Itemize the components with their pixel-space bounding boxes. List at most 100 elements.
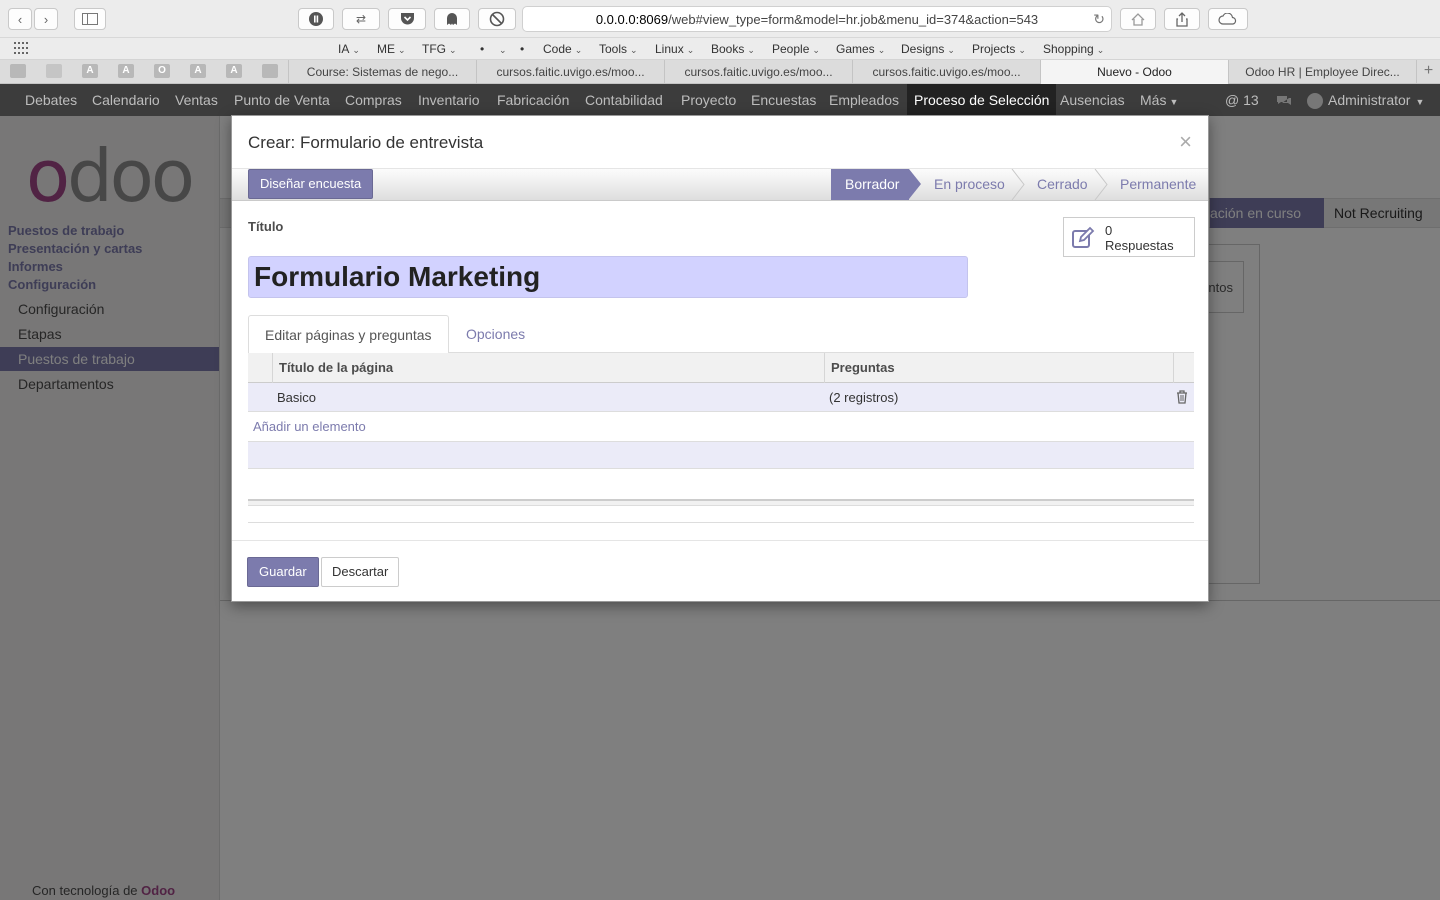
design-survey-button[interactable]: Diseñar encuesta <box>248 169 374 199</box>
menu-debates[interactable]: Debates <box>25 84 77 116</box>
close-icon[interactable]: × <box>1179 129 1192 155</box>
address-bar[interactable]: 0.0.0.0:8069/web#view_type=form&model=hr… <box>522 6 1112 32</box>
cell-page-title[interactable]: Basico <box>277 383 316 412</box>
browser-tab[interactable]: cursos.faitic.uvigo.es/moo... <box>476 60 664 84</box>
responses-stat-button[interactable]: 0 Respuestas <box>1063 217 1195 257</box>
bookmark-label: IA <box>338 42 350 56</box>
add-item-link[interactable]: Añadir un elemento <box>253 419 366 434</box>
bookmark-folder[interactable]: IA ⌄ <box>338 42 360 56</box>
bookmark-folder[interactable]: People ⌄ <box>772 42 820 56</box>
menu-ventas[interactable]: Ventas <box>175 84 218 116</box>
circle-pause-icon <box>309 12 323 26</box>
notifications-counter[interactable]: @ 13 <box>1225 84 1259 116</box>
extension-2-button[interactable]: ⇄ <box>342 8 380 30</box>
trash-icon[interactable] <box>1176 390 1188 404</box>
menu-proyecto[interactable]: Proyecto <box>681 84 736 116</box>
bookmark-link[interactable]: • <box>520 42 524 56</box>
menu-ausencias[interactable]: Ausencias <box>1060 84 1125 116</box>
bookmark-folder[interactable]: Code ⌄ <box>543 42 582 56</box>
column-header-actions <box>1173 353 1194 383</box>
browser-tab-active[interactable]: Nuevo - Odoo <box>1040 60 1228 84</box>
stage-cerrado[interactable]: Cerrado <box>1037 169 1088 200</box>
caret-down-icon: ▼ <box>1415 97 1425 107</box>
tab-options[interactable]: Opciones <box>450 315 541 353</box>
browser-tab[interactable]: cursos.faitic.uvigo.es/moo... <box>664 60 852 84</box>
dialog-header: Crear: Formulario de entrevista × <box>232 116 1208 169</box>
bookmark-label: ME <box>377 42 395 56</box>
bookmark-folder[interactable]: Designs ⌄ <box>901 42 955 56</box>
bookmark-folder[interactable]: Shopping ⌄ <box>1043 42 1104 56</box>
sidebar-toggle-button[interactable] <box>74 8 106 30</box>
apps-grid-icon[interactable] <box>14 41 30 58</box>
bookmark-label: Shopping <box>1043 42 1094 56</box>
bookmark-folder[interactable]: Tools ⌄ <box>599 42 638 56</box>
pinned-tab-icon[interactable]: A <box>118 64 134 78</box>
bookmark-link[interactable]: • <box>480 42 484 56</box>
home-button[interactable] <box>1120 8 1156 30</box>
menu-empleados[interactable]: Empleados <box>829 84 899 116</box>
column-header-page-title[interactable]: Título de la página <box>272 353 825 383</box>
menu-fabricacion[interactable]: Fabricación <box>497 84 569 116</box>
ghostery-button[interactable] <box>434 8 470 30</box>
browser-tab[interactable]: Odoo HR | Employee Direc... <box>1228 60 1416 84</box>
extension-1-button[interactable] <box>298 8 334 30</box>
bookmark-folder[interactable]: •⌄ <box>496 42 507 56</box>
bookmark-label: TFG <box>422 42 446 56</box>
user-name: Administrator <box>1328 92 1411 108</box>
bookmark-label: • <box>480 42 485 56</box>
bookmark-folder[interactable]: Linux ⌄ <box>655 42 694 56</box>
menu-proceso-de-seleccion[interactable]: Proceso de Selección <box>907 84 1057 116</box>
menu-compras[interactable]: Compras <box>345 84 402 116</box>
menu-mas[interactable]: Más ▼ <box>1140 84 1178 116</box>
menu-calendario[interactable]: Calendario <box>92 84 160 116</box>
chevron-down-icon: ⌄ <box>877 45 886 55</box>
menu-punto-de-venta[interactable]: Punto de Venta <box>234 84 330 116</box>
ghost-icon <box>447 13 457 25</box>
bookmark-folder[interactable]: TFG ⌄ <box>422 42 457 56</box>
pinned-tab-youtube-icon[interactable] <box>262 64 278 78</box>
discard-button[interactable]: Descartar <box>321 557 400 587</box>
forward-button[interactable]: › <box>34 8 58 30</box>
menu-inventario[interactable]: Inventario <box>418 84 479 116</box>
stage-separator-icon <box>1094 169 1108 200</box>
save-button[interactable]: Guardar <box>247 557 319 587</box>
stage-permanente[interactable]: Permanente <box>1120 169 1196 200</box>
reload-icon[interactable]: ↻ <box>1093 11 1105 28</box>
bookmark-folder[interactable]: Books ⌄ <box>711 42 755 56</box>
menu-encuestas[interactable]: Encuestas <box>751 84 816 116</box>
user-menu[interactable]: Administrator ▼ <box>1307 84 1424 116</box>
title-input[interactable]: Formulario Marketing <box>248 256 968 298</box>
cell-questions[interactable]: (2 registros) <box>829 383 898 412</box>
notification-count: 13 <box>1243 92 1259 108</box>
edit-icon <box>1072 226 1095 248</box>
blocker-button[interactable] <box>478 8 516 30</box>
pinned-tab-icon[interactable]: O <box>154 64 170 78</box>
icloud-button[interactable] <box>1208 8 1248 30</box>
tab-edit-pages[interactable]: Editar páginas y preguntas <box>248 315 449 354</box>
responses-label: Respuestas <box>1105 238 1174 253</box>
menu-contabilidad[interactable]: Contabilidad <box>585 84 663 116</box>
pinned-tab-cloud-icon[interactable] <box>46 64 62 78</box>
stage-en-proceso[interactable]: En proceso <box>934 169 1005 200</box>
stage-borrador[interactable]: Borrador <box>831 169 921 200</box>
dialog-status-bar: Diseñar encuesta Borrador En proceso Cer… <box>232 169 1208 201</box>
bookmark-folder[interactable]: Games ⌄ <box>836 42 885 56</box>
pocket-button[interactable] <box>388 8 426 30</box>
pinned-tab-icon[interactable]: A <box>226 64 242 78</box>
home-icon <box>1131 12 1145 26</box>
pinned-tab-icon[interactable]: A <box>82 64 98 78</box>
swap-arrows-icon: ⇄ <box>355 12 367 26</box>
browser-tab[interactable]: Course: Sistemas de nego... <box>288 60 476 84</box>
share-button[interactable] <box>1164 8 1200 30</box>
back-button[interactable]: ‹ <box>8 8 32 30</box>
browser-tab[interactable]: cursos.faitic.uvigo.es/moo... <box>852 60 1040 84</box>
bookmark-folder[interactable]: Projects ⌄ <box>972 42 1026 56</box>
pinned-tab-icon[interactable]: A <box>190 64 206 78</box>
new-tab-button[interactable]: + <box>1416 60 1440 84</box>
column-header-questions[interactable]: Preguntas <box>824 353 1174 383</box>
bookmark-label: Tools <box>599 42 628 56</box>
pinned-tab-youtube-icon[interactable] <box>10 64 26 78</box>
table-row[interactable]: Basico (2 registros) <box>248 383 1194 412</box>
bookmark-folder[interactable]: ME ⌄ <box>377 42 406 56</box>
chat-icon[interactable] <box>1276 84 1292 116</box>
